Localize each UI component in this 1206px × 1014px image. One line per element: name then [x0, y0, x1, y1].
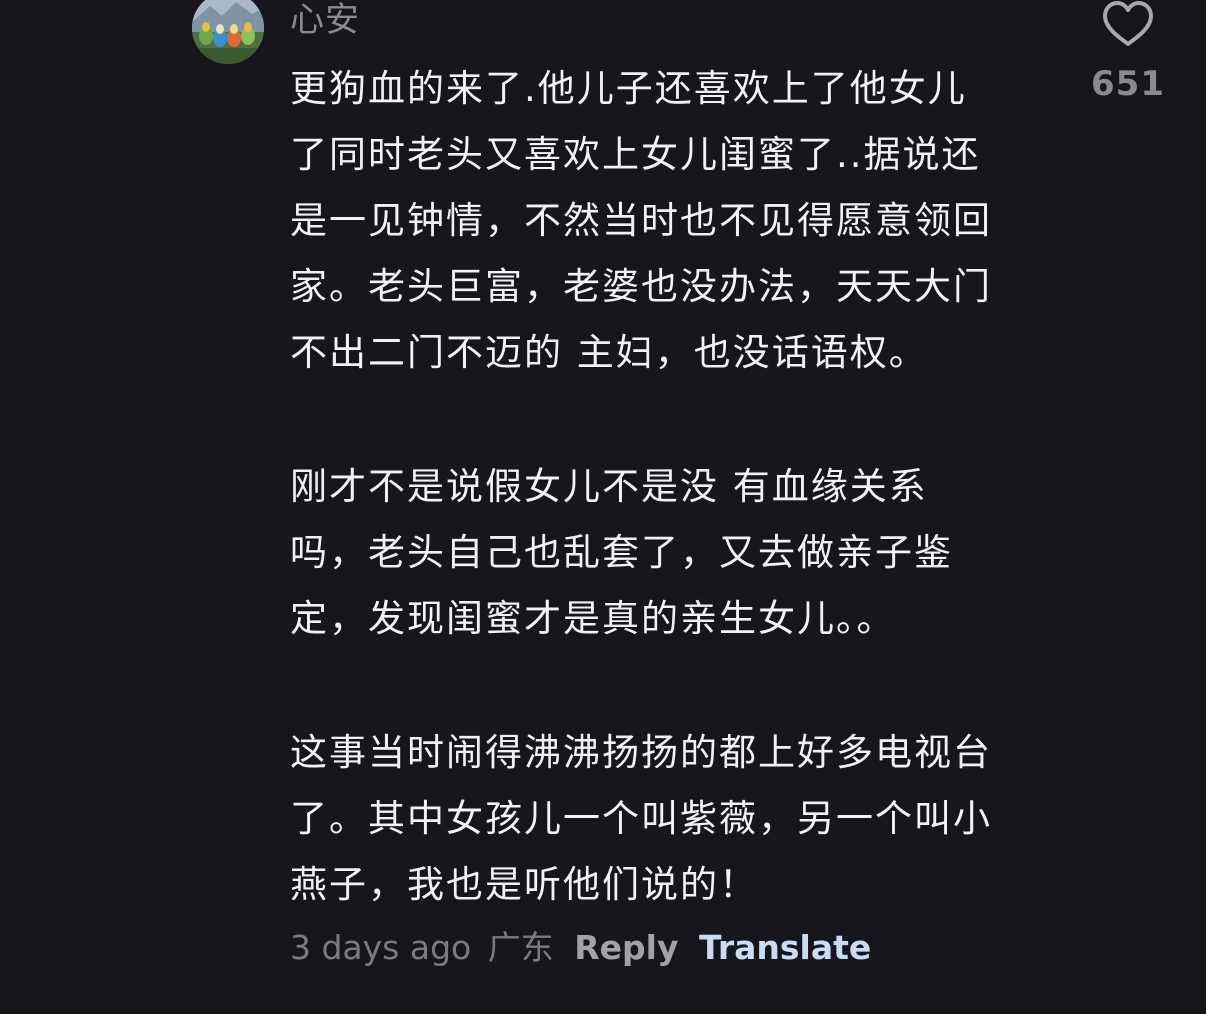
comment-line: 不出二门不迈的 主妇，也没话语权。 [290, 331, 928, 374]
like-count: 651 [1091, 64, 1165, 104]
comment-line: 吗，老头自己也乱套了，又去做亲子鉴 [290, 531, 953, 574]
comment-meta: 3 days ago 广东 Reply Translate [290, 924, 871, 972]
comment-line: 是一见钟情，不然当时也不见得愿意领回 [290, 199, 992, 242]
comment-line: 刚才不是说假女儿不是没 有血缘关系 [290, 465, 928, 508]
comment-item: 心安 更狗血的来了.他儿子还喜欢上了他女儿 了同时老头又喜欢上女儿闺蜜了..据说… [0, 0, 1206, 1014]
comment-body: 更狗血的来了.他儿子还喜欢上了他女儿 了同时老头又喜欢上女儿闺蜜了..据说还 是… [290, 56, 1050, 986]
avatar-icon [192, 0, 264, 64]
comment-line: 了。其中女孩儿一个叫紫薇，另一个叫小 [290, 797, 992, 840]
like-button[interactable]: 651 [1088, 0, 1168, 104]
comment-line: 了同时老头又喜欢上女儿闺蜜了..据说还 [290, 133, 981, 176]
comment-line: 家。老头巨富，老婆也没办法，天天大门 [290, 265, 992, 308]
comment-line: 定，发现闺蜜才是真的亲生女儿。。 [290, 597, 896, 640]
comment-paragraph-2: 刚才不是说假女儿不是没 有血缘关系 吗，老头自己也乱套了，又去做亲子鉴 定，发现… [290, 454, 1050, 652]
comment-line: 更狗血的来了.他儿子还喜欢上了他女儿 [290, 67, 967, 110]
comment-paragraph-1: 更狗血的来了.他儿子还喜欢上了他女儿 了同时老头又喜欢上女儿闺蜜了..据说还 是… [290, 56, 1050, 386]
comment-line: 燕子，我也是听他们说的！ [290, 863, 758, 906]
comment-timestamp: 3 days ago [290, 928, 472, 967]
comment-region: 广东 [487, 928, 554, 967]
avatar[interactable] [192, 0, 264, 64]
comment-line: 这事当时闹得沸沸扬扬的都上好多电视台 [290, 731, 992, 774]
comment-paragraph-3: 这事当时闹得沸沸扬扬的都上好多电视台 了。其中女孩儿一个叫紫薇，另一个叫小 燕子… [290, 720, 1050, 918]
reply-button[interactable]: Reply [574, 928, 678, 967]
comment-username[interactable]: 心安 [290, 0, 360, 40]
translate-button[interactable]: Translate [699, 928, 871, 967]
heart-outline-icon[interactable] [1101, 0, 1155, 48]
